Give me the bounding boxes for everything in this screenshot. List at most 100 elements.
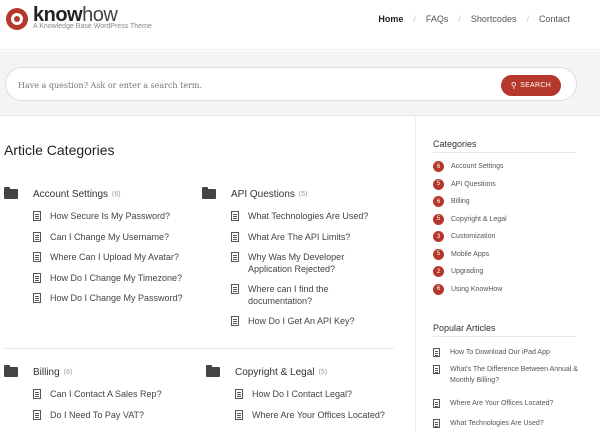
article-link[interactable]: How Do I Change My Timezone? [33,272,194,293]
sidebar-rule [433,152,576,153]
document-icon [33,211,41,221]
article-list: How Secure Is My Password? Can I Change … [33,210,194,313]
count-badge: 2 [433,266,444,278]
sidebar-category-item[interactable]: 5 Mobile Apps [433,246,507,264]
main-nav: Home / FAQs / Shortcodes / Contact [378,14,570,24]
article-link[interactable]: Can I Change My Username? [33,231,194,252]
count-badge: 5 [433,178,444,190]
sidebar-popular-title: Popular Articles [433,323,496,333]
nav-contact[interactable]: Contact [539,14,570,24]
sidebar-rule [433,336,576,337]
folder-icon [202,187,216,199]
count-badge: 5 [433,248,444,260]
site-header: knowhow A Knowledge Base WordPress Theme… [0,0,600,50]
category-count: (5) [318,368,328,376]
document-icon [433,365,440,374]
article-link[interactable]: How Do I Change My Password? [33,292,194,313]
document-icon [231,316,239,326]
article-link[interactable]: Where Are Your Offices Located? [235,409,401,430]
popular-article-link[interactable]: What Technologies Are Used? [433,418,578,432]
search-input[interactable] [18,76,458,94]
article-list: What Technologies Are Used? What Are The… [231,210,397,336]
document-icon [33,409,41,420]
folder-icon [4,187,18,199]
category-header[interactable]: Account Settings (6) [4,187,194,201]
category-count: (5) [298,190,308,198]
sidebar-category-item[interactable]: 2 Upgrading [433,263,507,281]
sidebar-category-item[interactable]: 5 API Questions [433,176,507,194]
category-header[interactable]: Copyright & Legal (5) [206,365,401,379]
article-link[interactable]: Where Can I Upload My Avatar? [33,251,194,272]
category-title[interactable]: API Questions [231,189,295,200]
article-link[interactable]: Can I Contact A Sales Rep? [33,388,194,409]
document-icon [33,252,41,262]
category-block: API Questions (5) What Technologies Are … [202,187,397,336]
nav-shortcodes[interactable]: Shortcodes [471,14,517,24]
document-icon [235,409,243,420]
site-tagline: A Knowledge Base WordPress Theme [33,23,152,30]
search-icon: ⚲ [510,81,518,90]
article-link[interactable]: How Secure Is My Password? [33,210,194,231]
lifebuoy-logo-icon[interactable] [6,8,28,30]
folder-icon [206,365,220,377]
category-header[interactable]: Billing (6) [4,365,194,379]
popular-article-link[interactable]: How To Download Our iPad App [433,347,578,364]
article-list: Can I Contact A Sales Rep? Do I Need To … [33,388,194,429]
document-icon [231,211,239,221]
search-button-label: SEARCH [520,82,552,89]
document-icon [33,272,41,283]
folder-icon [4,365,18,377]
document-icon [235,389,243,399]
sidebar-category-item[interactable]: 6 Using KnowHow [433,281,507,299]
category-block: Copyright & Legal (5) How Do I Contact L… [206,365,401,429]
category-title[interactable]: Account Settings [33,189,108,200]
sidebar-category-item[interactable]: 5 Copyright & Legal [433,211,507,229]
popular-article-list: How To Download Our iPad App What's The … [433,347,578,432]
article-link[interactable]: Where can I find the documentation? [231,283,361,315]
sidebar-categories-title: Categories [433,139,477,149]
page-title: Article Categories [4,142,115,158]
document-icon [33,231,41,242]
document-icon [33,389,41,399]
article-link[interactable]: What Are The API Limits? [231,231,397,252]
document-icon [433,348,440,357]
nav-separator: / [526,14,529,24]
count-badge: 3 [433,231,444,243]
sidebar-category-item[interactable]: 6 Billing [433,193,507,211]
section-divider [4,348,394,349]
category-block: Account Settings (6) How Secure Is My Pa… [4,187,194,313]
nav-separator: / [413,14,416,24]
document-icon [231,252,239,262]
article-link[interactable]: How Do I Contact Legal? [235,388,401,409]
nav-faqs[interactable]: FAQs [426,14,449,24]
nav-separator: / [458,14,461,24]
article-link[interactable]: What Technologies Are Used? [231,210,397,231]
category-title[interactable]: Copyright & Legal [235,367,315,378]
count-badge: 6 [433,283,444,295]
document-icon [433,419,440,428]
category-count: (6) [63,368,73,376]
popular-article-link[interactable]: Where Are Your Offices Located? [433,398,578,418]
sidebar-category-item[interactable]: 6 Account Settings [433,158,507,176]
sidebar-separator [415,117,416,432]
category-block: Billing (6) Can I Contact A Sales Rep? D… [4,365,194,429]
document-icon [231,284,239,294]
category-header[interactable]: API Questions (5) [202,187,397,201]
popular-article-link[interactable]: What's The Difference Between Annual & M… [433,364,578,398]
article-list: How Do I Contact Legal? Where Are Your O… [235,388,401,429]
search-box: ⚲ SEARCH [5,67,577,101]
search-band: ⚲ SEARCH [0,51,600,116]
category-count: (6) [112,190,121,198]
article-link[interactable]: Do I Need To Pay VAT? [33,409,194,430]
document-icon [231,231,239,242]
search-button[interactable]: ⚲ SEARCH [501,75,561,96]
article-link[interactable]: Why Was My Developer Application Rejecte… [231,251,371,283]
sidebar-category-item[interactable]: 3 Customization [433,228,507,246]
nav-home[interactable]: Home [378,14,403,24]
category-title[interactable]: Billing [33,367,60,378]
count-badge: 6 [433,196,444,208]
article-link[interactable]: How Do I Get An API Key? [231,315,397,336]
document-icon [433,399,440,408]
count-badge: 6 [433,161,444,173]
document-icon [33,293,41,303]
